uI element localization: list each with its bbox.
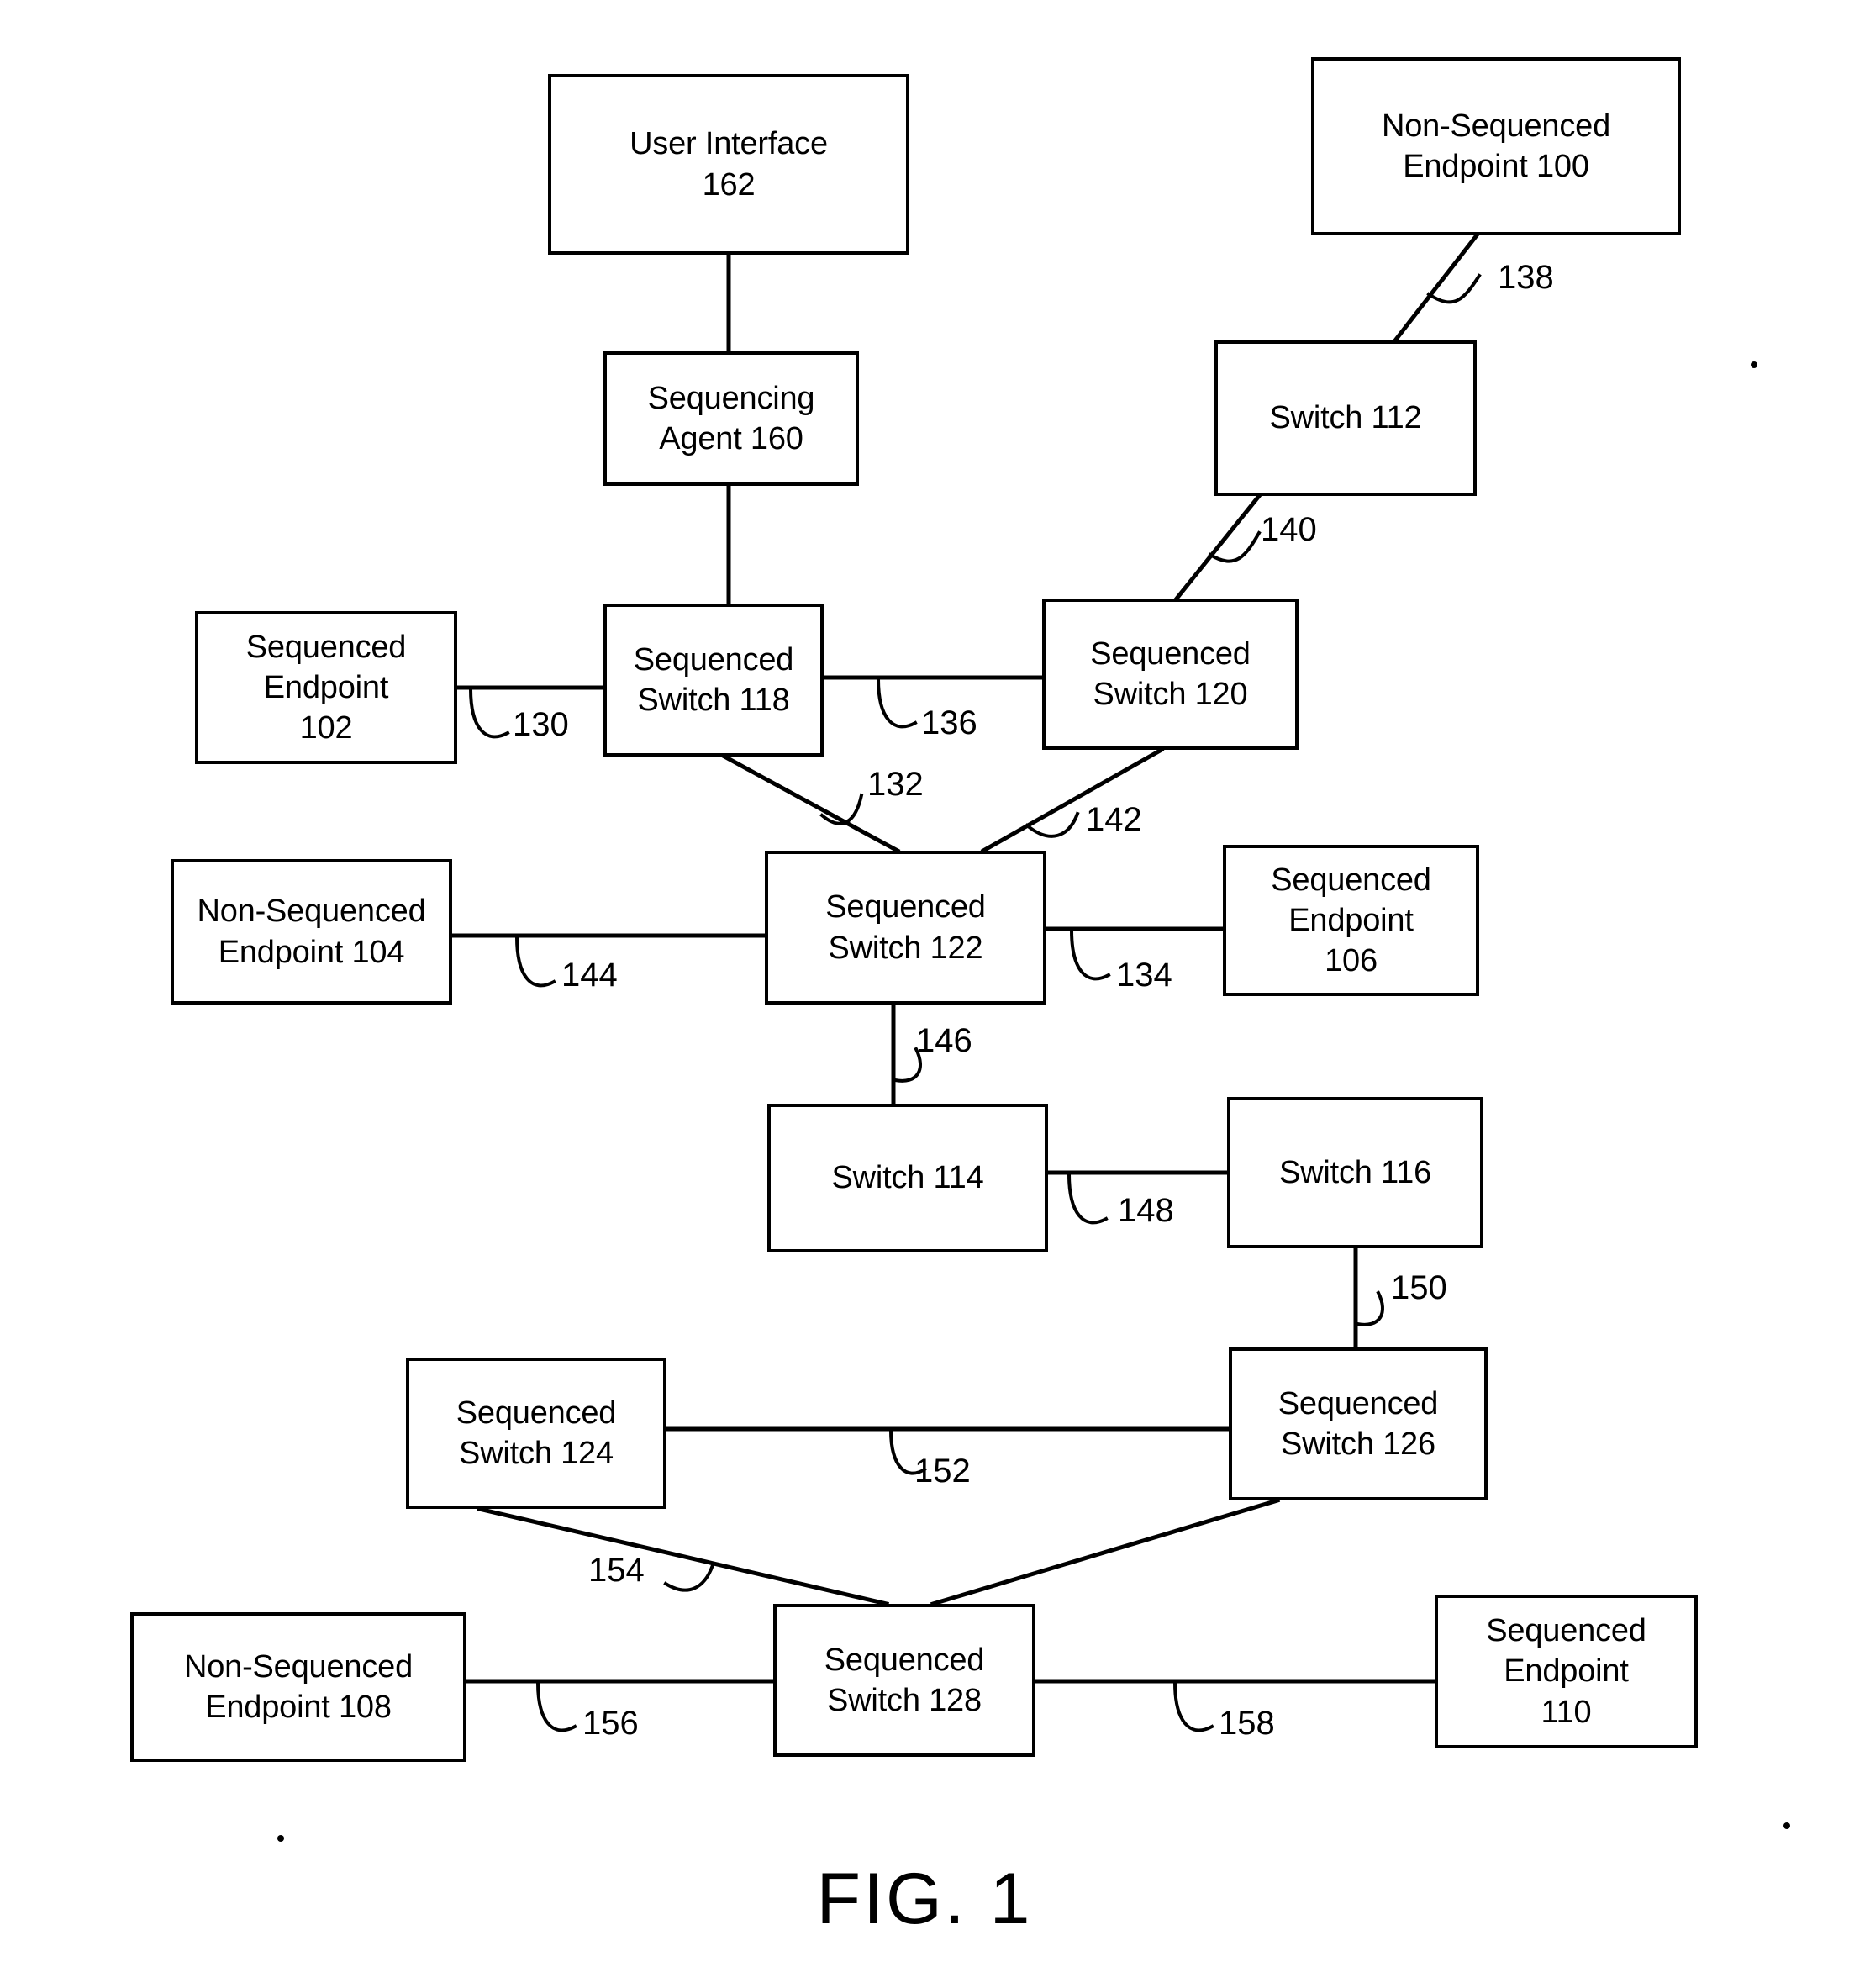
ref-label-136: 136 [921, 704, 977, 741]
ref-label-140: 140 [1261, 511, 1317, 548]
node-sequenced-endpoint-102[interactable]: Sequenced Endpoint 102 [195, 611, 457, 764]
node-non-sequenced-endpoint-100[interactable]: Non-Sequenced Endpoint 100 [1311, 57, 1681, 235]
link-140 [1173, 493, 1262, 602]
leader-144 [514, 935, 556, 988]
ref-label-134: 134 [1116, 957, 1172, 994]
node-switch-114[interactable]: Switch 114 [767, 1104, 1048, 1252]
leader-134 [1069, 928, 1111, 981]
node-user-interface-162[interactable]: User Interface 162 [548, 74, 909, 255]
node-non-sequenced-endpoint-104[interactable]: Non-Sequenced Endpoint 104 [171, 859, 452, 1005]
ref-label-148: 148 [1118, 1192, 1174, 1229]
leader-148 [1067, 1172, 1109, 1225]
leader-132 [819, 793, 864, 825]
ref-label-146: 146 [916, 1022, 972, 1059]
leader-130 [468, 687, 510, 739]
node-sequencing-agent-160[interactable]: Sequencing Agent 160 [603, 351, 859, 486]
ref-label-130: 130 [513, 706, 569, 743]
node-sequenced-switch-124[interactable]: Sequenced Switch 124 [406, 1358, 666, 1509]
ref-label-154: 154 [588, 1552, 645, 1589]
node-sequenced-switch-126[interactable]: Sequenced Switch 126 [1229, 1347, 1488, 1500]
leader-156 [535, 1680, 577, 1732]
node-non-sequenced-endpoint-108[interactable]: Non-Sequenced Endpoint 108 [130, 1612, 466, 1762]
ref-label-152: 152 [914, 1453, 971, 1490]
figure-page: User Interface 162 Non-Sequenced Endpoin… [0, 0, 1849, 1988]
node-switch-112[interactable]: Switch 112 [1214, 340, 1477, 496]
ref-label-150: 150 [1391, 1269, 1447, 1306]
leader-150 [1355, 1290, 1384, 1326]
node-sequenced-endpoint-106[interactable]: Sequenced Endpoint 106 [1223, 845, 1479, 996]
node-sequenced-switch-118[interactable]: Sequenced Switch 118 [603, 604, 824, 757]
scan-speck [277, 1835, 284, 1842]
scan-speck [1783, 1822, 1790, 1829]
leader-154 [663, 1563, 715, 1592]
leader-158 [1172, 1680, 1214, 1732]
leader-138 [1426, 273, 1482, 304]
link-154 [476, 1506, 890, 1607]
ref-label-132: 132 [867, 766, 924, 803]
node-sequenced-switch-128[interactable]: Sequenced Switch 128 [773, 1604, 1035, 1757]
node-sequenced-switch-120[interactable]: Sequenced Switch 120 [1042, 599, 1299, 750]
node-switch-116[interactable]: Switch 116 [1227, 1097, 1483, 1248]
ref-label-158: 158 [1219, 1705, 1275, 1742]
ref-label-138: 138 [1498, 259, 1554, 296]
link-switch126-to-switch128 [930, 1497, 1281, 1607]
node-sequenced-endpoint-110[interactable]: Sequenced Endpoint 110 [1435, 1595, 1698, 1748]
leader-140 [1208, 530, 1262, 563]
leader-136 [876, 677, 918, 729]
ref-label-144: 144 [561, 957, 618, 994]
link-138 [1392, 232, 1480, 344]
scan-speck [1751, 361, 1757, 368]
ref-label-156: 156 [582, 1705, 639, 1742]
leader-142 [1025, 811, 1080, 838]
node-sequenced-switch-122[interactable]: Sequenced Switch 122 [765, 851, 1046, 1005]
ref-label-142: 142 [1086, 801, 1142, 838]
figure-caption: FIG. 1 [816, 1859, 1033, 1939]
